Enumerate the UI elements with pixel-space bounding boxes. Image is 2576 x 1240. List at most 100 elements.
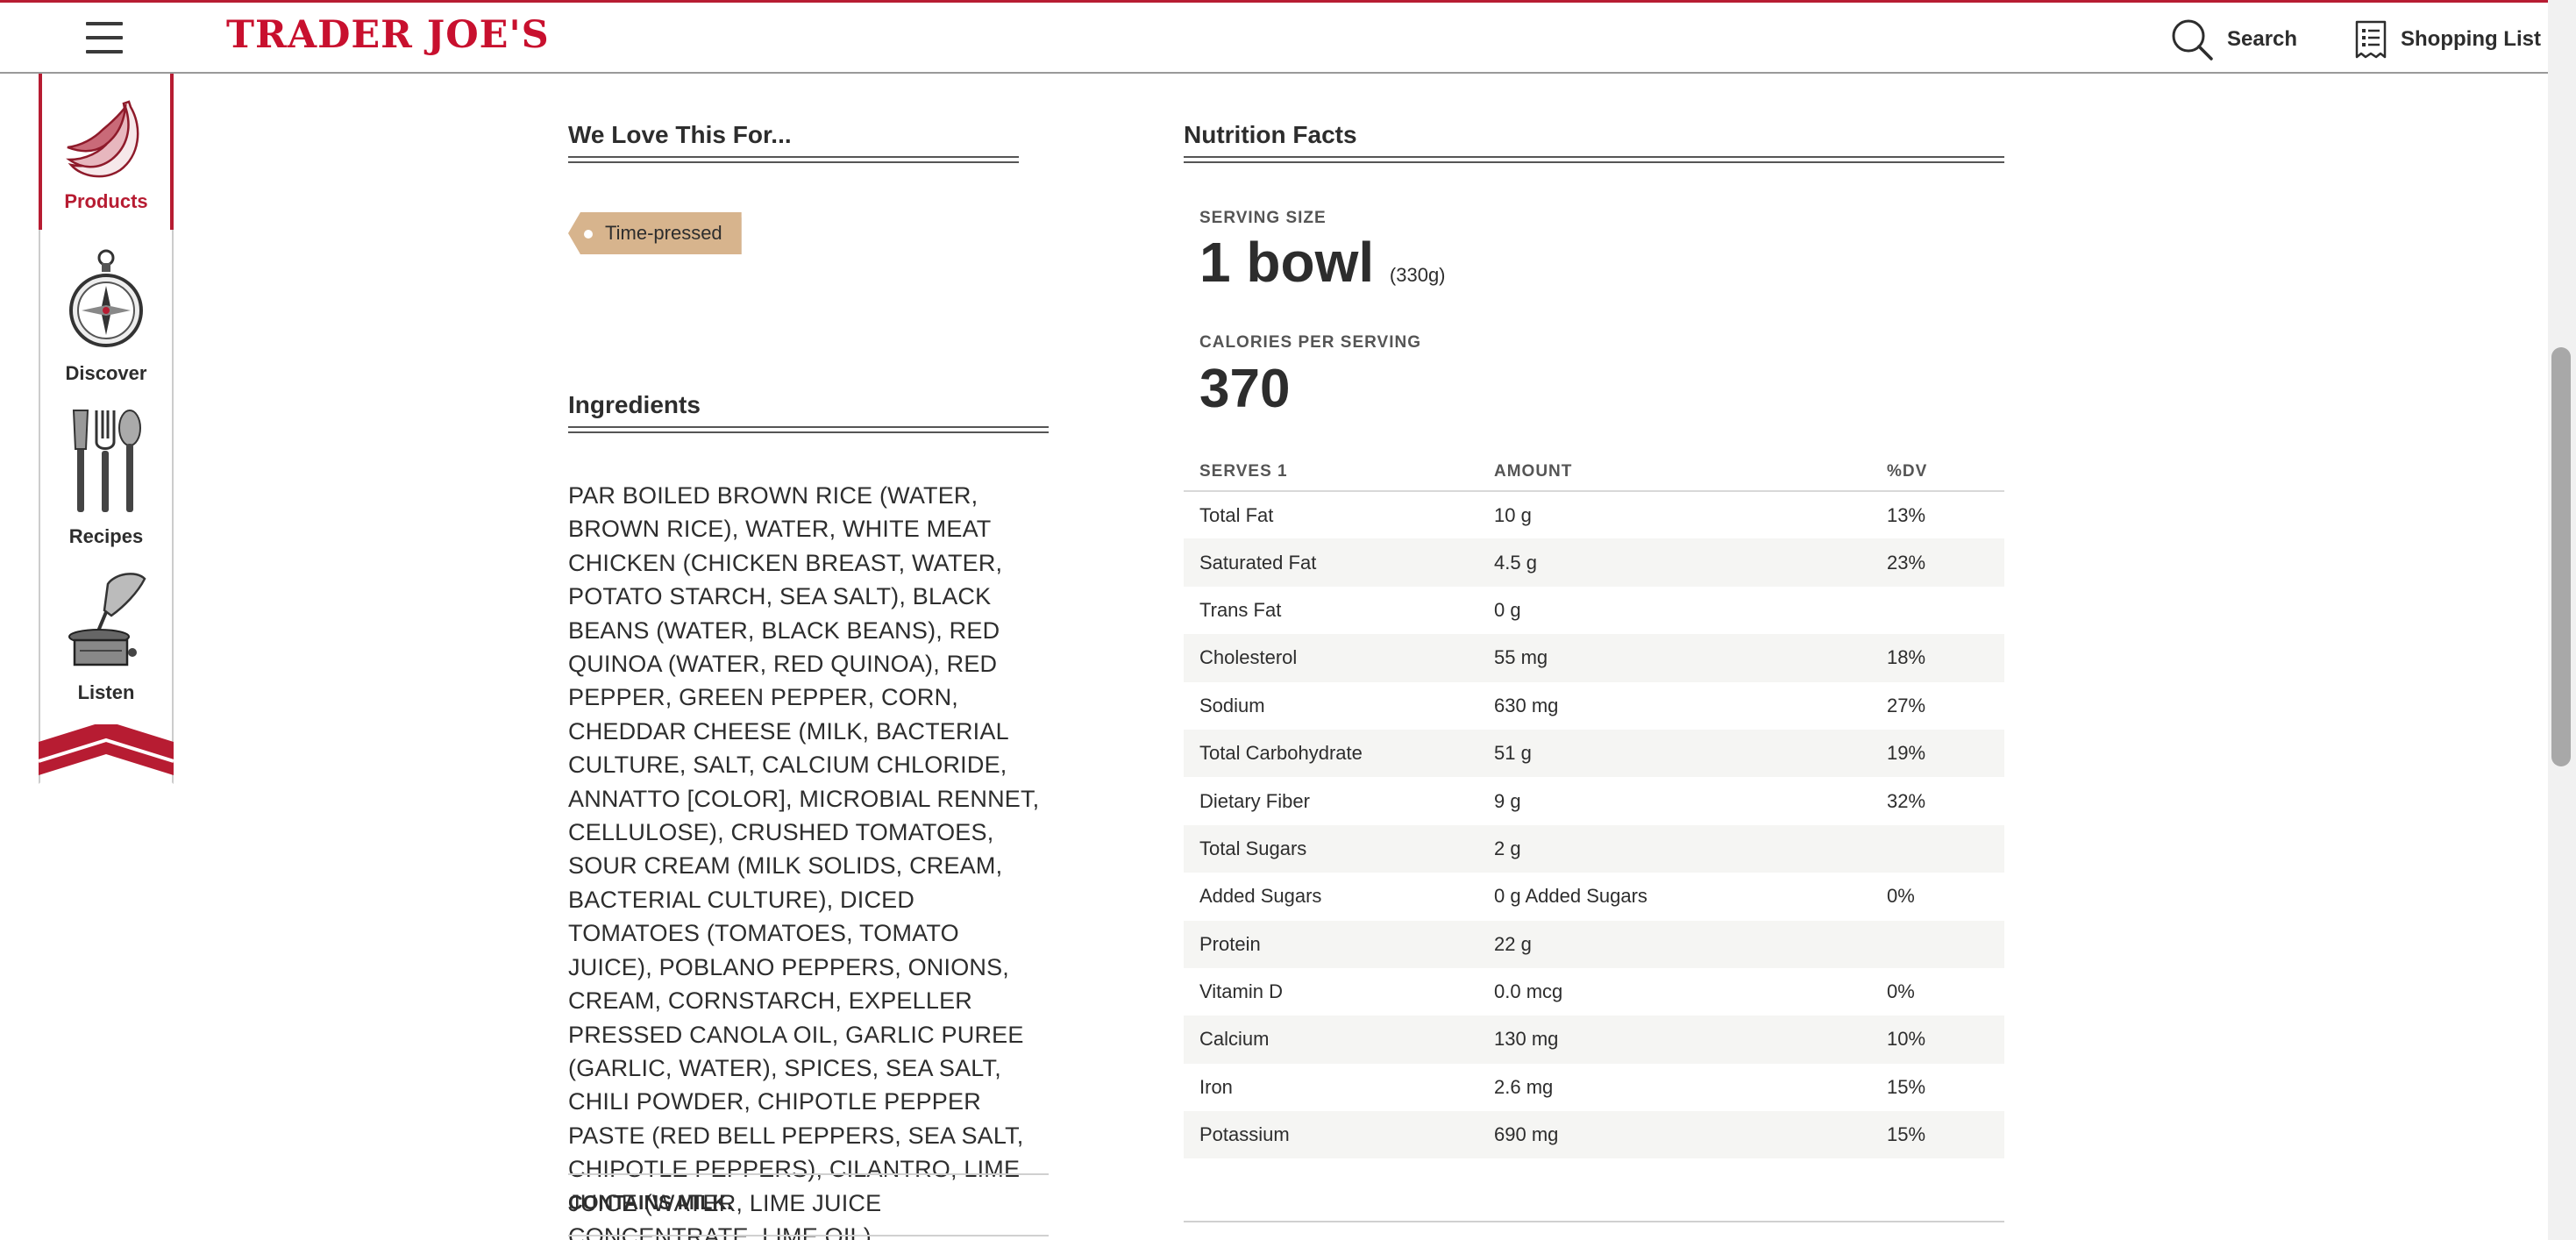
calories-label: CALORIES PER SERVING: [1199, 333, 1421, 352]
table-row: Dietary Fiber 9 g 32%: [1184, 777, 2004, 824]
nav-label-products: Products: [64, 190, 148, 212]
nav-item-discover[interactable]: Discover: [39, 247, 174, 396]
shopping-list-label: Shopping List: [2401, 27, 2541, 51]
shopping-list-button[interactable]: Shopping List: [2353, 15, 2541, 64]
nutrient-amount: 55 mg: [1478, 634, 1871, 682]
nutrient-name: Saturated Fat: [1184, 538, 1478, 587]
ingredients-title: Ingredients: [568, 391, 701, 418]
side-nav-ribbon: Products Discover Recipes Listen: [39, 74, 174, 784]
table-row: Calcium 130 mg 10%: [1184, 1016, 2004, 1064]
nutrient-dv: 18%: [1871, 634, 2004, 682]
ribbon-chevron: [39, 724, 174, 775]
menu-icon[interactable]: [86, 22, 123, 53]
shopping-list-icon: [2355, 20, 2387, 59]
nutrient-amount: 2 g: [1478, 824, 1871, 873]
nutrient-dv: [1871, 920, 2004, 968]
nutrient-amount: 9 g: [1494, 789, 1521, 812]
nutrient-amount: 22 g: [1478, 920, 1871, 968]
nutrient-dv: 15%: [1871, 1111, 2004, 1159]
nutrient-dv: [1871, 824, 2004, 873]
nutrient-name: Vitamin D: [1199, 980, 1283, 1003]
header-amount: AMOUNT: [1478, 453, 1871, 492]
nutrient-dv: 0%: [1887, 980, 1915, 1003]
serving-size-grams: (330g): [1389, 264, 1446, 286]
header-serves: SERVES 1: [1184, 453, 1478, 492]
nutrition-table-header: SERVES 1 AMOUNT %DV: [1184, 453, 2004, 492]
cutlery-icon: [72, 410, 141, 512]
nutrient-name: Sodium: [1199, 694, 1265, 716]
nutrient-name: Added Sugars: [1199, 885, 1322, 908]
nutrient-dv: 15%: [1887, 1075, 1926, 1098]
tag-label: Time-pressed: [605, 222, 722, 244]
nutrient-dv: 0%: [1887, 885, 1915, 908]
nav-item-listen[interactable]: Listen: [39, 567, 174, 716]
contains-divider-bottom: [568, 1235, 1049, 1236]
bananas-icon: [66, 100, 139, 178]
ingredients-text: PAR BOILED BROWN RICE (WATER, BROWN RICE…: [568, 482, 1040, 1240]
nutrient-amount: 10 g: [1494, 503, 1532, 526]
header-dv: %DV: [1871, 453, 2004, 492]
nav-label-recipes: Recipes: [68, 525, 144, 547]
serving-size: 1 bowl: [1199, 231, 1375, 294]
table-row: Total Sugars 2 g: [1184, 824, 2004, 873]
table-row: Total Carbohydrate 51 g 19%: [1184, 729, 2004, 778]
nutrient-dv: [1871, 587, 2004, 634]
nav-item-products[interactable]: Products: [39, 74, 174, 230]
search-button[interactable]: Search: [2169, 15, 2297, 64]
table-row: Cholesterol 55 mg 18%: [1184, 634, 2004, 682]
nutrient-dv: 13%: [1887, 503, 1926, 526]
nutrient-name: Protein: [1184, 920, 1478, 968]
table-row: Iron 2.6 mg 15%: [1184, 1064, 2004, 1111]
table-row: Added Sugars 0 g Added Sugars 0%: [1184, 873, 2004, 920]
nutrient-name: Cholesterol: [1184, 634, 1478, 682]
serving-size-value: 1 bowl (330g): [1199, 230, 1446, 295]
nutrient-dv: 19%: [1871, 729, 2004, 778]
search-label: Search: [2227, 27, 2298, 51]
calories-value: 370: [1199, 359, 1291, 419]
nutrient-amount: 0 g: [1494, 598, 1521, 621]
allergen-contains: CONTAINS MILK.: [568, 1191, 733, 1214]
nutrient-name: Potassium: [1184, 1111, 1478, 1159]
nutrient-name: Total Carbohydrate: [1184, 729, 1478, 778]
nav-item-recipes[interactable]: Recipes: [39, 407, 174, 556]
nutrient-amount: 0.0 mcg: [1494, 980, 1563, 1003]
nutrient-name: Calcium: [1184, 1016, 1478, 1064]
nutrient-dv: 27%: [1887, 694, 1926, 716]
nutrition-title: Nutrition Facts: [1184, 121, 1357, 148]
nutrient-amount: 51 g: [1478, 729, 1871, 778]
nutrition-bottom-divider: [1184, 1221, 2004, 1222]
site-logo[interactable]: TRADER JOE'S: [226, 13, 550, 57]
table-row: Protein 22 g: [1184, 920, 2004, 968]
nutrition-divider: [1184, 156, 2004, 163]
contains-divider-top: [568, 1173, 1049, 1175]
table-row: Trans Fat 0 g: [1184, 587, 2004, 634]
nutrient-name: Total Fat: [1199, 503, 1274, 526]
serving-size-label: SERVING SIZE: [1199, 209, 1327, 227]
table-row: Total Fat 10 g 13%: [1184, 491, 2004, 538]
nav-label-discover: Discover: [65, 362, 147, 384]
tag-hole: [584, 230, 593, 239]
nutrient-dv: 10%: [1871, 1016, 2004, 1064]
table-row: Potassium 690 mg 15%: [1184, 1111, 2004, 1159]
we-love-divider: [568, 156, 1019, 163]
we-love-title: We Love This For...: [568, 121, 792, 148]
search-icon: [2172, 19, 2213, 61]
scrollbar-thumb[interactable]: [2551, 347, 2571, 766]
nutrient-name: Trans Fat: [1199, 598, 1282, 621]
site-header: TRADER JOE'S Search Shopping List: [0, 3, 2548, 74]
nutrient-amount: 2.6 mg: [1494, 1075, 1554, 1098]
nutrient-dv: 23%: [1871, 538, 2004, 587]
nutrient-amount: 690 mg: [1478, 1111, 1871, 1159]
nutrient-amount: 130 mg: [1478, 1016, 1871, 1064]
nutrient-amount: 4.5 g: [1478, 538, 1871, 587]
table-row: Sodium 630 mg 27%: [1184, 682, 2004, 730]
ingredients-divider: [568, 426, 1049, 433]
gramophone-icon: [68, 573, 146, 666]
nutrient-amount: 0 g Added Sugars: [1494, 885, 1647, 908]
table-row: Saturated Fat 4.5 g 23%: [1184, 538, 2004, 587]
nutrient-name: Iron: [1199, 1075, 1233, 1098]
tag-time-pressed[interactable]: Time-pressed: [568, 212, 742, 254]
compass-icon: [69, 249, 143, 347]
nutrient-name: Dietary Fiber: [1199, 789, 1310, 812]
nutrient-amount: 630 mg: [1494, 694, 1559, 716]
